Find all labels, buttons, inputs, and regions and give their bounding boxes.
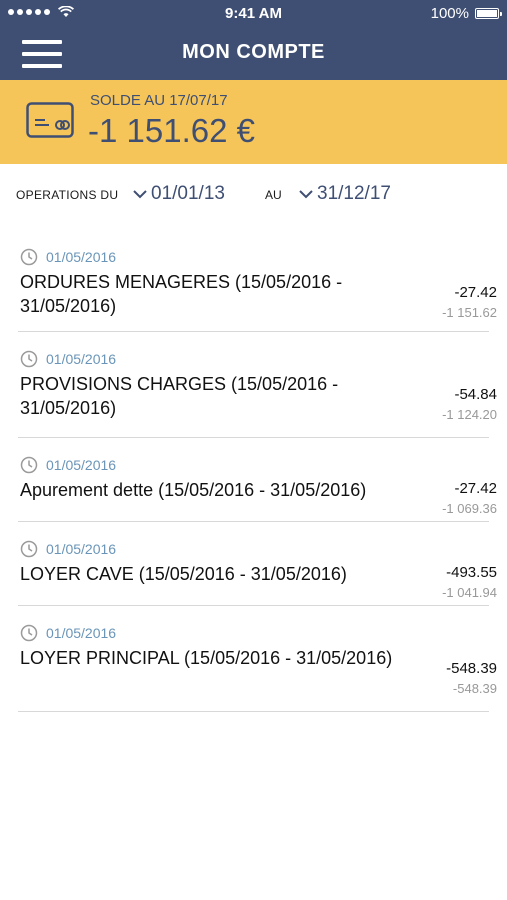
divider — [18, 711, 489, 712]
page-title: MON COMPTE — [182, 41, 325, 63]
status-bar: 9:41 AM 100% — [0, 0, 507, 28]
op-date-row: 01/05/2016 — [20, 350, 116, 368]
op-date: 01/05/2016 — [46, 457, 117, 473]
from-label: OPERATIONS DU — [16, 188, 119, 202]
op-balance: -1 069.36 — [442, 501, 497, 516]
balance-label: SOLDE AU 17/07/17 — [90, 92, 228, 109]
op-title: LOYER PRINCIPAL (15/05/2016 - 31/05/2016… — [20, 648, 393, 668]
op-balance: -1 124.20 — [442, 407, 497, 422]
chevron-down-icon — [133, 190, 147, 199]
clock-icon — [20, 350, 38, 368]
op-date: 01/05/2016 — [46, 625, 117, 641]
op-date: 01/05/2016 — [46, 351, 117, 367]
list-item[interactable]: 01/05/2016 ORDURES MENAGERES (15/05/2016… — [0, 236, 507, 332]
op-date-row: 01/05/2016 — [20, 456, 116, 474]
op-amount: -27.42 — [454, 284, 497, 301]
from-date-value: 01/01/13 — [151, 183, 225, 204]
to-date-picker[interactable]: 31/12/17 — [298, 183, 391, 205]
op-date: 01/05/2016 — [46, 249, 117, 265]
status-right: 100% — [430, 5, 502, 22]
app-screen: 9:41 AM 100% MON COMPTE SOLDE AU 17/07/1… — [0, 0, 507, 900]
from-date-picker[interactable]: 01/01/13 — [132, 183, 225, 205]
clock-icon — [20, 540, 38, 558]
operations-list: 01/05/2016 ORDURES MENAGERES (15/05/2016… — [0, 236, 507, 712]
op-title: Apurement dette (15/05/2016 - 31/05/2016… — [20, 480, 367, 500]
op-amount: -27.42 — [454, 480, 497, 497]
list-item[interactable]: 01/05/2016 PROVISIONS CHARGES (15/05/201… — [0, 332, 507, 438]
op-amount: -493.55 — [446, 564, 497, 581]
battery-percentage: 100% — [430, 5, 469, 22]
op-date-row: 01/05/2016 — [20, 540, 116, 558]
op-date: 01/05/2016 — [46, 541, 117, 557]
op-balance: -548.39 — [452, 681, 497, 696]
balance-banner: SOLDE AU 17/07/17 -1 151.62 € — [0, 80, 507, 164]
to-date-value: 31/12/17 — [317, 183, 391, 204]
op-title: LOYER CAVE (15/05/2016 - 31/05/2016) — [20, 564, 347, 584]
op-amount: -54.84 — [454, 386, 497, 403]
clock-icon — [20, 456, 38, 474]
list-item[interactable]: 01/05/2016 LOYER CAVE (15/05/2016 - 31/0… — [0, 522, 507, 606]
op-amount: -548.39 — [446, 660, 497, 677]
op-title: PROVISIONS CHARGES (15/05/2016 - 31/05/2… — [20, 374, 339, 418]
battery-icon — [475, 8, 502, 19]
list-item[interactable]: 01/05/2016 Apurement dette (15/05/2016 -… — [0, 438, 507, 522]
to-label: AU — [265, 188, 282, 202]
chevron-down-icon — [299, 190, 313, 199]
op-title: ORDURES MENAGERES (15/05/2016 - 31/05/20… — [20, 272, 343, 316]
clock-icon — [20, 624, 38, 642]
op-date-row: 01/05/2016 — [20, 624, 116, 642]
nav-bar: MON COMPTE — [0, 28, 507, 80]
clock-icon — [20, 248, 38, 266]
card-icon — [26, 102, 74, 138]
op-balance: -1 041.94 — [442, 585, 497, 600]
op-balance: -1 151.62 — [442, 305, 497, 320]
balance-value: -1 151.62 € — [88, 112, 255, 149]
list-item[interactable]: 01/05/2016 LOYER PRINCIPAL (15/05/2016 -… — [0, 606, 507, 712]
date-filter: OPERATIONS DU 01/01/13 AU 31/12/17 — [0, 180, 507, 214]
op-date-row: 01/05/2016 — [20, 248, 116, 266]
